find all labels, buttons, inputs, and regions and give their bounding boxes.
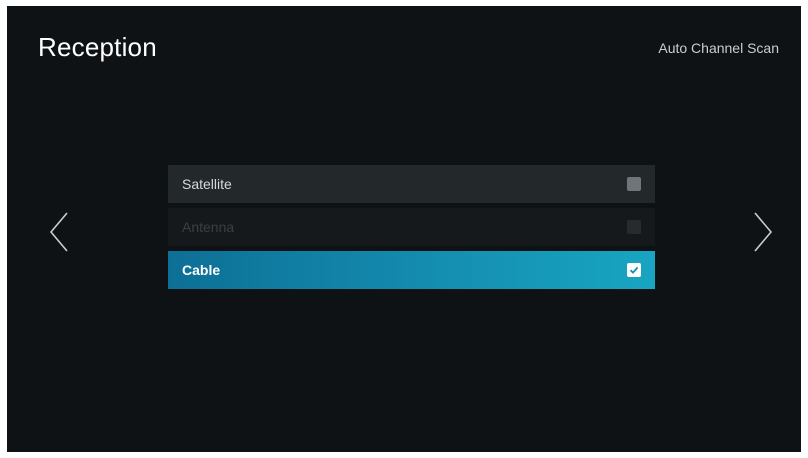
option-cable[interactable]: Cable: [168, 251, 655, 289]
next-arrow-button[interactable]: [751, 211, 775, 253]
option-antenna: Antenna: [168, 208, 655, 246]
page-title: Reception: [38, 32, 157, 62]
option-label: Cable: [182, 262, 221, 278]
checkbox-antenna: [627, 220, 641, 234]
chevron-right-icon: [754, 212, 773, 252]
previous-arrow-button[interactable]: [47, 211, 71, 253]
breadcrumb: Auto Channel Scan: [658, 40, 779, 56]
tv-settings-screen: Reception Auto Channel Scan Satellite An…: [7, 6, 801, 452]
checkbox-cable[interactable]: [627, 263, 641, 277]
option-label: Antenna: [182, 219, 235, 235]
reception-options-list: Satellite Antenna Cable: [168, 165, 655, 294]
chevron-left-icon: [49, 212, 68, 252]
checkmark-icon: [629, 266, 639, 274]
option-label: Satellite: [182, 176, 232, 192]
checkbox-satellite[interactable]: [627, 177, 641, 191]
option-satellite[interactable]: Satellite: [168, 165, 655, 203]
